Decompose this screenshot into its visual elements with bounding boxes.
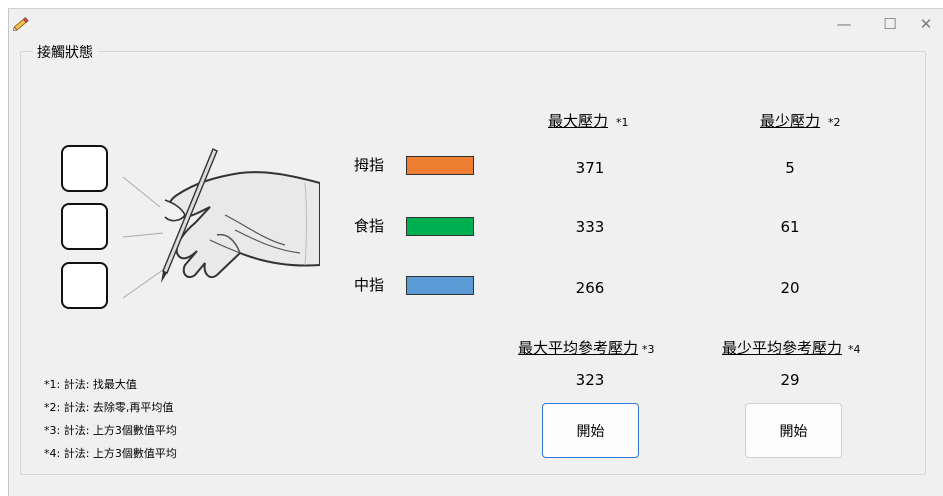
thumb-sensor-box [61,145,108,192]
max-pressure-header: 最大壓力 *1 [548,110,668,131]
max-avg-ref-header: 最大平均參考壓力 *3 [518,337,698,358]
note-3: *3: 計法: 上方3個數值平均 [44,424,177,437]
max-avg-ref-value: 323 [575,371,605,389]
min-pressure-title: 最少壓力 [760,112,821,130]
note-1: *1: 計法: 找最大值 [44,378,137,391]
middle-finger-label: 中指 [354,276,385,294]
thumb-label: 拇指 [354,156,385,174]
minimize-button[interactable]: — [827,13,861,35]
group-title: 接觸狀態 [33,42,97,62]
max-pressure-mark: *1 [616,116,629,129]
max-pressure-title: 最大壓力 [548,112,609,130]
index-max-value: 333 [575,218,605,236]
thumb-color-swatch [406,156,474,175]
thumb-max-value: 371 [575,159,605,177]
index-finger-label: 食指 [354,217,385,235]
title-bar: — ☐ ✕ [9,9,943,39]
max-avg-ref-title: 最大平均參考壓力 [518,339,639,357]
middle-min-value: 20 [780,279,800,297]
min-avg-ref-header: 最少平均參考壓力 *4 [722,337,902,358]
note-4: *4: 計法: 上方3個數值平均 [44,447,177,460]
maximize-button[interactable]: ☐ [873,13,907,35]
pencil-icon [12,17,29,31]
min-avg-ref-value: 29 [780,371,800,389]
middle-max-value: 266 [575,279,605,297]
min-avg-ref-title: 最少平均參考壓力 [722,339,843,357]
close-button[interactable]: ✕ [909,13,943,35]
thumb-min-value: 5 [785,159,795,177]
middle-color-swatch [406,276,474,295]
min-pressure-mark: *2 [828,116,841,129]
min-avg-ref-mark: *4 [848,343,861,356]
start-button-max[interactable]: 開始 [542,403,639,458]
index-min-value: 61 [780,218,800,236]
start-button-min[interactable]: 開始 [745,403,842,458]
min-pressure-header: 最少壓力 *2 [760,110,880,131]
index-sensor-box [61,203,108,250]
middle-sensor-box [61,262,108,309]
note-2: *2: 計法: 去除零,再平均值 [44,401,174,414]
hand-holding-pen-icon [122,148,320,299]
index-color-swatch [406,217,474,236]
max-avg-ref-mark: *3 [642,343,655,356]
